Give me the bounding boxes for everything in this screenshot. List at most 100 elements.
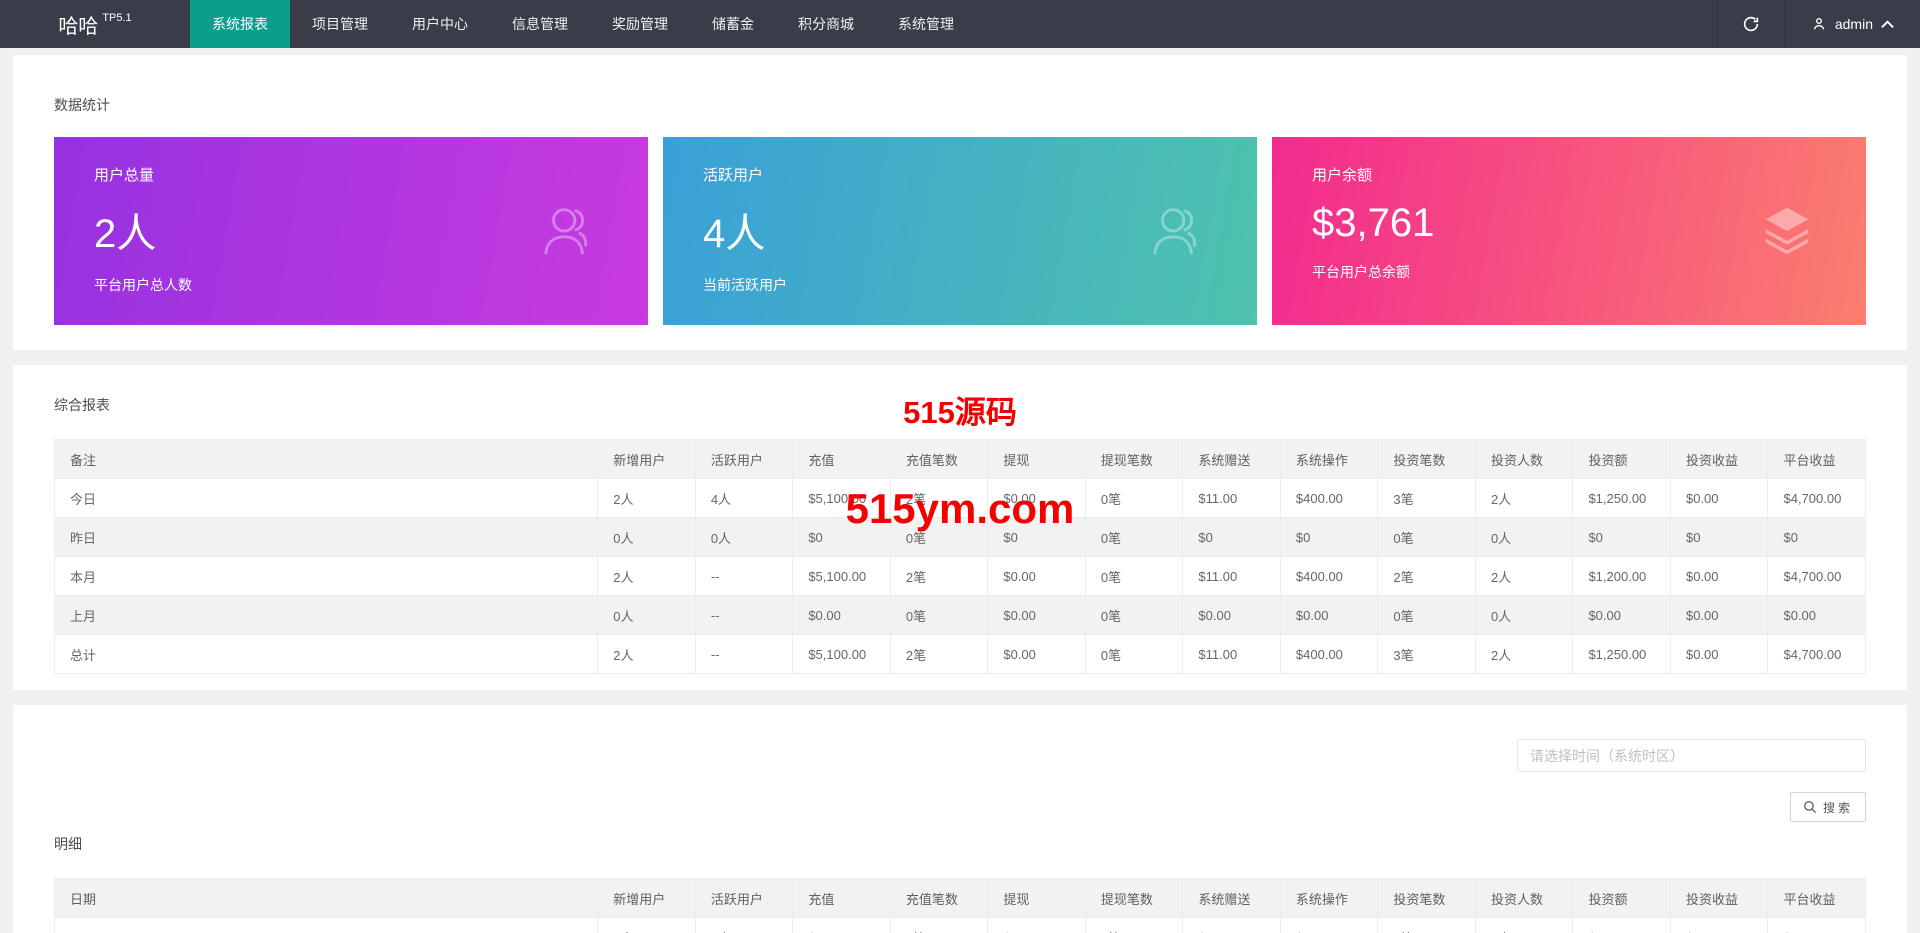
table-cell: 2人 — [1474, 634, 1574, 674]
table-cell: 2人 — [1474, 478, 1574, 518]
brand-text: 哈哈 — [58, 15, 99, 38]
table-cell: $0.00 — [987, 478, 1086, 518]
search-button[interactable]: 搜索 — [1789, 792, 1866, 822]
table-cell: 4人 — [694, 478, 794, 518]
table-header-row: 备注 新增用户 活跃用户 充值 充值笔数 提现 提现笔数 系统赠送 系统操作 投资笔数 投资人数 投资… — [53, 439, 1866, 479]
table-cell: $0 — [1767, 517, 1866, 557]
column-header: 平台收益 — [1767, 878, 1866, 918]
table-cell: $400.00 — [1279, 478, 1379, 518]
main-menu: 系统报表 项目管理 用户中心 信息管理 奖励管理 储蓄金 积分商城 系统管理 — [190, 0, 976, 48]
user-menu[interactable]: admin — [1783, 0, 1920, 48]
table-cell: 0笔 — [1377, 917, 1476, 933]
layers-icon — [1756, 200, 1818, 262]
table-cell: $4,700.00 — [1767, 478, 1866, 518]
nav-item-0[interactable]: 系统报表 — [190, 0, 290, 48]
column-header: 提现笔数 — [1084, 439, 1184, 479]
table-cell: -- — [694, 595, 794, 635]
table-cell: $1,250.00 — [1572, 634, 1671, 674]
card-subtitle: 平台用户总余额 — [1312, 264, 1410, 280]
summary-panel: 综合报表 515源码 515ym.com 备注 新增用户 活跃用户 充值 充值笔数 提现提… — [13, 365, 1907, 690]
table-cell: 0笔 — [1084, 556, 1184, 596]
table-cell: 0人 — [1474, 517, 1574, 557]
table-header-row: 日期 新增用户 活跃用户 充值 充值笔数 提现 提现笔数 系统赠送 系统操作 投资笔数 投资人数 投资… — [53, 878, 1866, 918]
table-cell: $11.00 — [1182, 556, 1281, 596]
table-cell: $0.00 — [1572, 595, 1671, 635]
card-title: 活跃用户 — [703, 167, 764, 184]
table-cell: $0.00 — [1182, 917, 1281, 933]
stat-card-total-users: 用户总量 2人 平台用户总人数 — [54, 137, 648, 325]
table-cell: $4,700.00 — [1767, 556, 1866, 596]
table-cell: 0人 — [694, 917, 794, 933]
column-header: 投资收益 — [1669, 878, 1769, 918]
table-cell: $1,250.00 — [1572, 478, 1671, 518]
detail-section-title: 明细 — [54, 836, 82, 852]
table-cell: 0人 — [597, 517, 696, 557]
column-header: 提现笔数 — [1084, 878, 1184, 918]
column-header: 日期 — [53, 878, 599, 918]
column-header: 新增用户 — [597, 439, 696, 479]
nav-item-7[interactable]: 系统管理 — [876, 0, 976, 48]
users-icon — [538, 200, 600, 262]
brand-version: TP5.1 — [102, 12, 132, 24]
table-row: 总计 2人 -- $5,100.00 2笔 $0.00 0笔 $11.00 $400.00 3笔 2… — [53, 634, 1866, 674]
users-icon — [1147, 200, 1209, 262]
table-cell: $0.00 — [1182, 595, 1281, 635]
search-row: 搜索 — [54, 792, 1866, 822]
nav-item-3[interactable]: 信息管理 — [490, 0, 590, 48]
table-cell: $0.00 — [1669, 917, 1769, 933]
table-row: 2023-06-010人0人$0.000笔$0.000笔$0.00$0.000笔… — [53, 917, 1866, 933]
column-header: 投资人数 — [1474, 439, 1574, 479]
table-cell: $0.00 — [1279, 595, 1379, 635]
stats-section-title: 数据统计 — [54, 97, 110, 113]
nav-item-5[interactable]: 储蓄金 — [690, 0, 776, 48]
table-cell: 总计 — [53, 634, 599, 674]
column-header: 系统操作 — [1279, 439, 1379, 479]
date-range-input[interactable] — [1517, 739, 1866, 772]
table-cell: 0笔 — [889, 517, 989, 557]
nav-item-6[interactable]: 积分商城 — [776, 0, 876, 48]
table-cell: 2人 — [597, 634, 696, 674]
table-cell: 2人 — [1474, 556, 1574, 596]
table-cell: $0.00 — [987, 595, 1086, 635]
table-row: 上月 0人 -- $0.00 0笔 $0.00 0笔 $0.00 $0.00 0笔 0人 $0.00 $… — [53, 595, 1866, 635]
column-header: 充值笔数 — [889, 439, 989, 479]
stats-panel: 数据统计 用户总量 2人 平台用户总人数 活跃用户 4人 当前活跃用户 用户余额… — [13, 55, 1907, 350]
column-header: 投资笔数 — [1377, 878, 1476, 918]
table-cell: 0笔 — [1084, 478, 1184, 518]
table-cell: 2人 — [597, 478, 696, 518]
column-header: 平台收益 — [1767, 439, 1866, 479]
detail-panel: 搜索 明细 日期新增用户活跃用户充值充值笔数提现提现笔数系统赠送系统操作投资笔数… — [13, 705, 1907, 933]
chevron-up-icon — [1881, 19, 1894, 29]
table-cell: $0.00 — [792, 595, 891, 635]
table-cell: $0.00 — [987, 556, 1086, 596]
card-subtitle: 平台用户总人数 — [94, 277, 192, 293]
table-cell: $0 — [1669, 517, 1769, 557]
card-title: 用户总量 — [94, 167, 155, 184]
column-header: 活跃用户 — [694, 878, 794, 918]
table-cell: $5,100.00 — [792, 634, 891, 674]
table-cell: 2笔 — [1377, 556, 1476, 596]
brand-logo: 哈哈 TP5.1 — [0, 0, 190, 48]
nav-item-1[interactable]: 项目管理 — [290, 0, 390, 48]
table-row: 昨日 0人 0人 $0 0笔 $0 0笔 $0 $0 0笔 0人 $0 $0 $0 — [53, 517, 1866, 557]
table-cell: 0笔 — [1084, 595, 1184, 635]
table-cell: 2笔 — [889, 478, 989, 518]
table-cell: 2人 — [597, 556, 696, 596]
user-icon — [1811, 16, 1827, 32]
table-cell: 2笔 — [889, 634, 989, 674]
column-header: 投资收益 — [1669, 439, 1769, 479]
table-cell: 昨日 — [53, 517, 599, 557]
card-subtitle: 当前活跃用户 — [703, 277, 787, 293]
nav-item-2[interactable]: 用户中心 — [390, 0, 490, 48]
refresh-button[interactable] — [1716, 0, 1784, 48]
column-header: 系统赠送 — [1182, 439, 1281, 479]
card-title: 用户余额 — [1312, 167, 1373, 184]
table-cell: $0.00 — [987, 917, 1086, 933]
column-header: 充值 — [792, 878, 891, 918]
summary-section-title: 综合报表 — [54, 397, 110, 413]
nav-item-4[interactable]: 奖励管理 — [590, 0, 690, 48]
table-row: 本月 2人 -- $5,100.00 2笔 $0.00 0笔 $11.00 $400.00 2笔 2… — [53, 556, 1866, 596]
search-button-label: 搜索 — [1822, 800, 1853, 815]
table-cell: $1,200.00 — [1572, 556, 1671, 596]
table-cell: $0 — [987, 517, 1086, 557]
